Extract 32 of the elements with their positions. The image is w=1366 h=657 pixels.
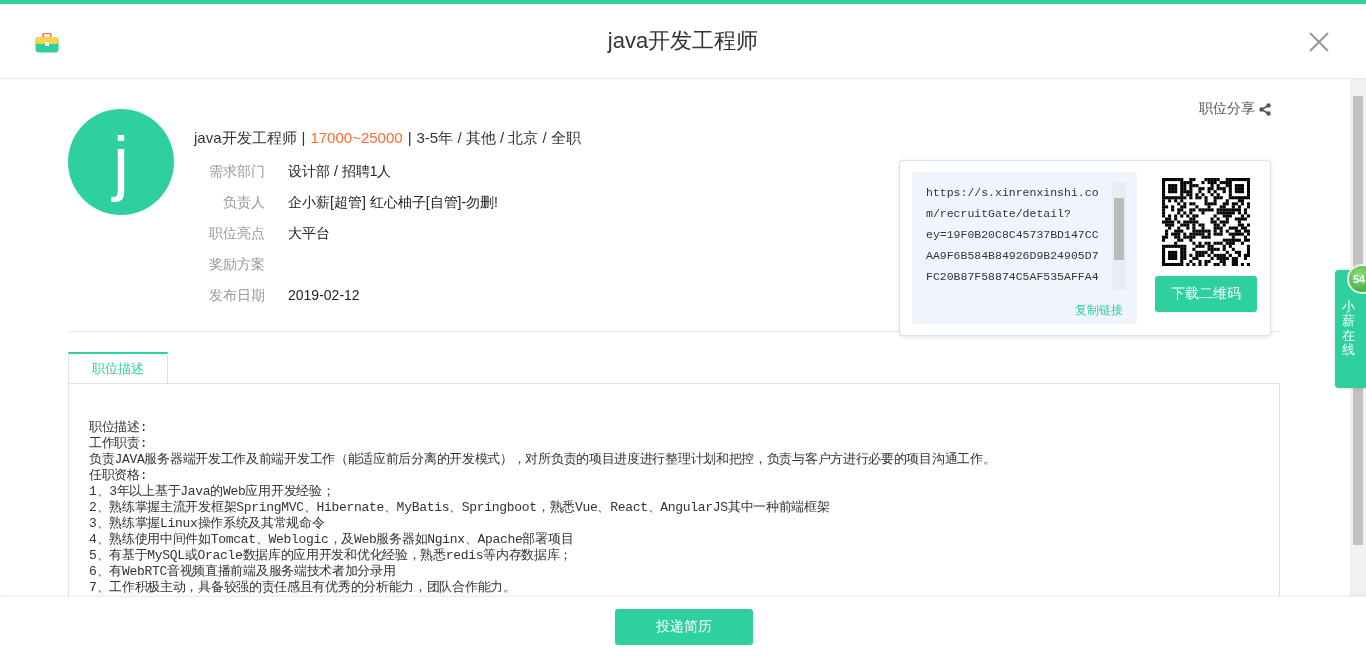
field-value: 设计部 / 招聘1人	[288, 162, 392, 181]
salary-range: 17000~25000	[310, 129, 403, 148]
description-line: 3、熟练掌握Linux操作系统及其常规命令	[89, 516, 326, 532]
description-line: 4、熟练使用中间件如Tomcat、Weblogic，及Web服务器如Nginx、Apache部署项目	[89, 532, 575, 548]
field-label: 职位亮点	[208, 224, 265, 243]
description-line: 职位描述:	[89, 420, 149, 436]
field-value: 大平台	[288, 224, 330, 243]
separator: |	[407, 129, 412, 148]
description-line: 负责JAVA服务器端开发工作及前端开发工作（能适应前后分离的开发模式），对所负责的项目进度进行整理计划和把控，负责与客户方进行必要的项目沟通工作。	[89, 452, 997, 468]
separator: |	[301, 129, 306, 148]
link-text: FC20B87F58874C5AF535AFFA4	[926, 269, 1100, 285]
link-text: AA9F6B584B84926D9B24905D7	[926, 248, 1100, 264]
description-line: 5、有基于MySQL或Oracle数据库的应用开发和优化经验，熟悉redis等内存数据库；	[89, 548, 574, 564]
description-line: 7、工作积极主动，具备较强的责任感且有优秀的分析能力，团队合作能力。	[89, 580, 517, 596]
description-line: 1、3年以上基于Java的Web应用开发经验；	[89, 484, 336, 500]
job-details: 3-5年 / 其他 / 北京 / 全职	[416, 129, 581, 148]
field-label: 发布日期	[208, 286, 265, 305]
link-text: ey=19F0B20C8C45737BD147CC	[926, 227, 1100, 243]
job-avatar: j	[68, 109, 174, 215]
window-title: java开发工程师	[607, 27, 759, 55]
field-label: 奖励方案	[208, 255, 265, 274]
description-line: 任职资格:	[89, 468, 149, 484]
job-title: java开发工程师	[194, 129, 297, 148]
field-value: 2019-02-12	[288, 286, 360, 305]
link-text: https://s.xinrenxinshi.co	[926, 185, 1100, 201]
field-label: 需求部门	[208, 162, 265, 181]
field-label: 负责人	[222, 193, 265, 212]
description-line: 工作职责:	[89, 436, 149, 452]
description-line: 6、有WebRTC音视频直播前端及服务端技术者加分录用	[89, 564, 397, 580]
description-line: 2、熟练掌握主流开发框架SpringMVC、Hibernate、MyBatis、Springboot，熟悉Vue、React、AngularJS其中一种前端框架	[89, 500, 831, 516]
field-value: 企小薪[超管] 红心柚子[自管]-勿删!	[288, 193, 498, 212]
link-text: m/recruitGate/detail?	[926, 206, 1072, 222]
